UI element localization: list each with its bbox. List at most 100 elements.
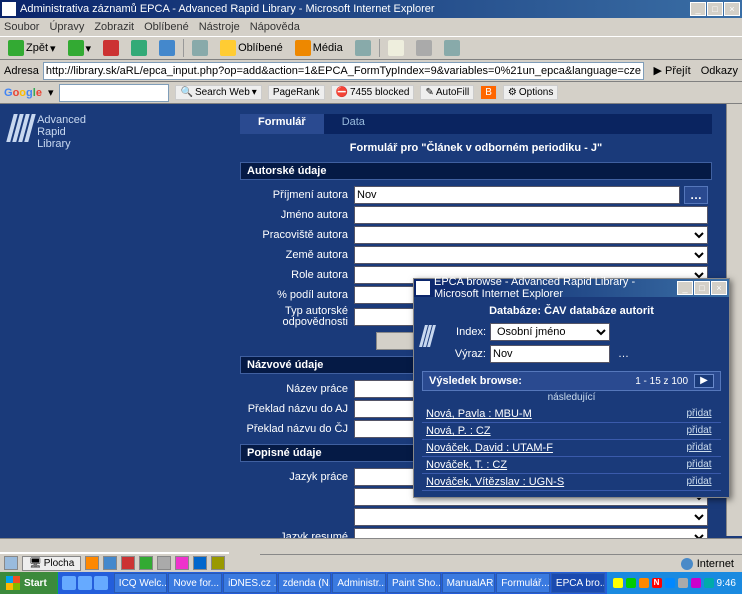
google-search-input[interactable] — [59, 84, 169, 102]
tool-icon[interactable] — [193, 556, 207, 570]
result-row: Nováček, David : UTAM-Fpřidat — [422, 440, 721, 457]
add-link[interactable]: přidat — [677, 457, 721, 473]
add-link[interactable]: přidat — [677, 440, 721, 456]
quick-launch — [58, 576, 112, 590]
input-jmeno[interactable] — [354, 206, 708, 224]
media-icon — [295, 40, 311, 56]
google-toolbar: Google▾ 🔍 Search Web ▾ PageRank ⛔ 7455 b… — [0, 82, 742, 104]
tray-icon[interactable] — [626, 578, 636, 588]
address-input[interactable] — [43, 62, 644, 80]
menu-edit[interactable]: Úpravy — [49, 21, 84, 33]
tab-data[interactable]: Data — [324, 114, 383, 134]
back-button[interactable]: Zpět▾ — [4, 39, 60, 57]
refresh-button[interactable] — [127, 39, 151, 57]
desktop-chip[interactable]: 🖥 Plocha — [22, 556, 81, 571]
menu-file[interactable]: Soubor — [4, 21, 39, 33]
task-button[interactable]: zdenda (N... — [278, 573, 332, 593]
tool-icon[interactable] — [211, 556, 225, 570]
result-name[interactable]: Nováček, David : UTAM-F — [422, 440, 677, 456]
tab-formular[interactable]: Formulář — [240, 114, 324, 134]
tray-icon[interactable] — [639, 578, 649, 588]
options-button[interactable]: ⚙ Options — [503, 85, 558, 100]
home-button[interactable] — [155, 39, 179, 57]
select-jazyk-prace-3[interactable] — [354, 508, 708, 526]
task-button[interactable]: ICQ Welc... — [114, 573, 168, 593]
ql-icon[interactable] — [62, 576, 76, 590]
result-name[interactable]: Nová, P. : CZ — [422, 423, 677, 439]
add-link[interactable]: přidat — [677, 423, 721, 439]
tool-icon[interactable] — [157, 556, 171, 570]
media-button[interactable]: Média — [291, 39, 347, 57]
links-label[interactable]: Odkazy — [701, 65, 738, 77]
result-row: Nová, Pavla : MBU-Mpřidat — [422, 406, 721, 423]
popup-maximize-button[interactable]: □ — [694, 281, 710, 295]
menu-tools[interactable]: Nástroje — [199, 21, 240, 33]
tool-icon[interactable] — [103, 556, 117, 570]
lookup-prijmeni-button[interactable]: … — [684, 186, 708, 204]
close-button[interactable]: × — [724, 2, 740, 16]
result-list: Nová, Pavla : MBU-Mpřidat Nová, P. : CZp… — [422, 406, 721, 491]
mail-button[interactable] — [384, 39, 408, 57]
menu-favorites[interactable]: Oblíbené — [144, 21, 189, 33]
task-button[interactable]: ManualAR... — [442, 573, 496, 593]
pagerank-button[interactable]: PageRank — [268, 85, 325, 100]
task-button[interactable]: EPCA bro... — [551, 573, 605, 593]
tray-icon[interactable] — [704, 578, 714, 588]
show-desktop-icon[interactable] — [4, 556, 18, 570]
task-button[interactable]: Nove for... — [168, 573, 222, 593]
start-button[interactable]: Start — [0, 572, 58, 594]
vyraz-input[interactable] — [490, 345, 610, 363]
popup-close-button[interactable]: × — [711, 281, 727, 295]
result-name[interactable]: Nováček, Vítězslav : UGN-S — [422, 474, 677, 490]
stop-icon — [103, 40, 119, 56]
blogger-button[interactable]: B — [480, 85, 497, 100]
menu-view[interactable]: Zobrazit — [94, 21, 134, 33]
task-button[interactable]: iDNES.cz ... — [223, 573, 277, 593]
go-button[interactable]: ▶ Přejít — [648, 64, 697, 77]
task-button[interactable]: Formulář... — [496, 573, 550, 593]
tool-icon[interactable] — [85, 556, 99, 570]
search-execute-button[interactable]: … — [618, 348, 629, 360]
index-select[interactable]: Osobní jméno — [490, 323, 610, 341]
tray-icon[interactable] — [678, 578, 688, 588]
popup-blocked-button[interactable]: ⛔ 7455 blocked — [331, 85, 415, 100]
popup-minimize-button[interactable]: _ — [677, 281, 693, 295]
add-link[interactable]: přidat — [677, 406, 721, 422]
select-zeme[interactable] — [354, 246, 708, 264]
separator — [379, 39, 380, 57]
search-web-button[interactable]: 🔍 Search Web ▾ — [175, 85, 261, 100]
main-titlebar: Administrativa záznamů EPCA - Advanced R… — [0, 0, 742, 18]
next-page-button[interactable]: ▶ — [694, 374, 714, 388]
input-prijmeni[interactable] — [354, 186, 680, 204]
vyraz-label: Výraz: — [446, 348, 486, 360]
add-link[interactable]: přidat — [677, 474, 721, 490]
edit-button[interactable] — [440, 39, 464, 57]
favorites-button[interactable]: Oblíbené — [216, 39, 287, 57]
task-button[interactable]: Administr... — [332, 573, 386, 593]
tool-icon[interactable] — [121, 556, 135, 570]
stop-button[interactable] — [99, 39, 123, 57]
label-pracoviste: Pracoviště autora — [244, 229, 354, 241]
select-pracoviste[interactable] — [354, 226, 708, 244]
history-button[interactable] — [351, 39, 375, 57]
result-name[interactable]: Nováček, T. : CZ — [422, 457, 677, 473]
tray-icon[interactable]: N — [652, 578, 662, 588]
clock: 9:46 — [717, 578, 736, 589]
forward-button[interactable]: ▾ — [64, 39, 96, 57]
ql-icon[interactable] — [78, 576, 92, 590]
ql-icon[interactable] — [94, 576, 108, 590]
tray-icon[interactable] — [691, 578, 701, 588]
maximize-button[interactable]: □ — [707, 2, 723, 16]
result-name[interactable]: Nová, Pavla : MBU-M — [422, 406, 677, 422]
minimize-button[interactable]: _ — [690, 2, 706, 16]
menu-help[interactable]: Nápověda — [250, 21, 300, 33]
tray-icon[interactable] — [613, 578, 623, 588]
print-button[interactable] — [412, 39, 436, 57]
search-button[interactable] — [188, 39, 212, 57]
tray-icon[interactable] — [665, 578, 675, 588]
task-button[interactable]: Paint Sho... — [387, 573, 441, 593]
autofill-button[interactable]: ✎ AutoFill — [420, 85, 474, 100]
tool-icon[interactable] — [175, 556, 189, 570]
tool-icon[interactable] — [139, 556, 153, 570]
ie-icon — [416, 281, 430, 295]
